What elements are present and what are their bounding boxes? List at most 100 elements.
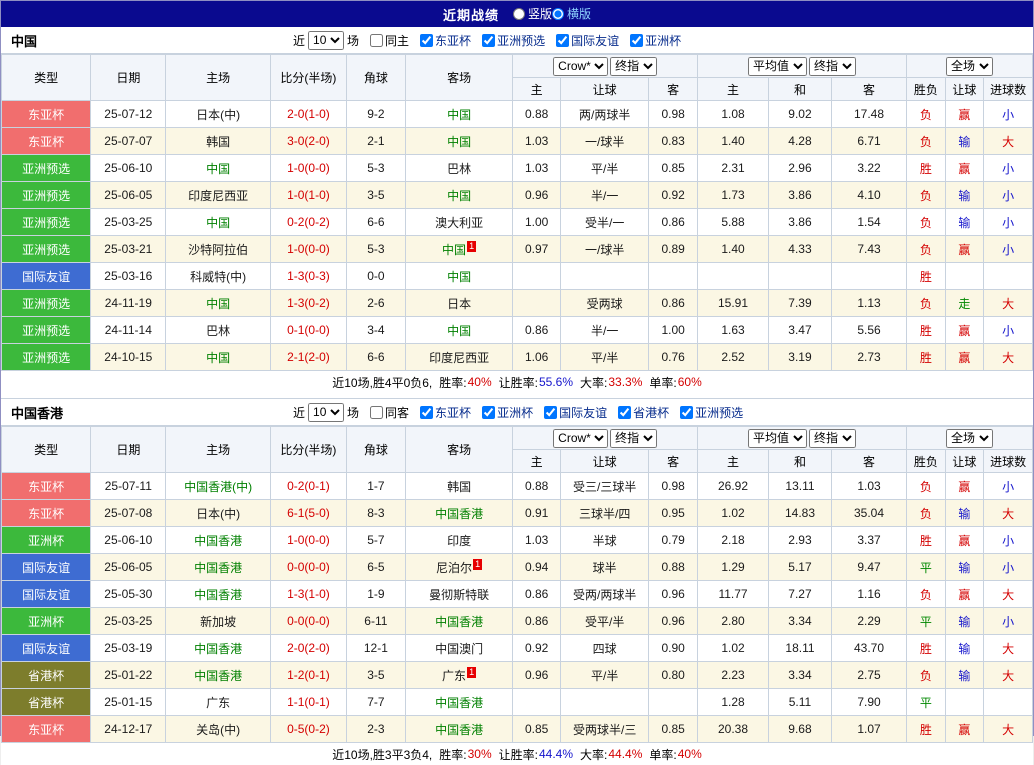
summary-stat-value-2: 33.3% — [608, 375, 643, 389]
recent-label: 近 — [293, 33, 306, 48]
header-row-groups: 类型 日期 主场 比分(半场) 角球 客场 Crow* 终指 平均值 终指 全场 — [0, 54, 1033, 101]
same-venue-option[interactable]: 同主 — [370, 32, 409, 49]
filter-checkbox[interactable] — [420, 33, 434, 47]
match-row: 国际友谊 25-06-05 中国香港 0-0(0-0) 6-5 尼泊尔 1 0.94 球半 0.8… — [0, 553, 1033, 581]
same-venue-option[interactable]: 同客 — [370, 404, 409, 421]
filter-checkbox[interactable] — [482, 405, 496, 419]
score-cell: 2-0(1-0) — [269, 100, 347, 128]
average-select[interactable]: 平均值 — [748, 56, 808, 76]
recent-count-select[interactable]: 10 — [308, 402, 345, 422]
euro-odds-cell-0: 1.40 — [697, 235, 770, 263]
match-type-cell: 亚洲杯 — [0, 607, 92, 635]
result-cell-1: 赢 — [944, 154, 985, 182]
same-venue-checkbox[interactable] — [370, 33, 384, 47]
euro-odds-cell-1: 13.11 — [768, 472, 832, 500]
filter-checkbox[interactable] — [556, 33, 570, 47]
topbar: 近期战绩 竖版 横版 — [1, 1, 1033, 27]
layout-option-horizontal[interactable]: 横版 — [552, 5, 591, 22]
result-cell-2: 小 — [983, 526, 1033, 554]
layout-option-vertical[interactable]: 竖版 — [512, 5, 552, 22]
filter-option-1[interactable]: 亚洲杯 — [482, 404, 533, 421]
asian-odds-cell-0: 0.91 — [512, 499, 562, 527]
euro-odds-cell-0: 15.91 — [697, 289, 770, 317]
asian-odds-cell-2: 0.96 — [648, 580, 699, 608]
average-time-select[interactable]: 终指 — [809, 56, 857, 76]
euro-odds-cell-2: 43.70 — [830, 634, 908, 662]
filter-option-0[interactable]: 东亚杯 — [420, 32, 471, 49]
result-cell-1: 赢 — [944, 316, 985, 344]
filter-option-2[interactable]: 国际友谊 — [556, 32, 619, 49]
sub-header-8: 进球数 — [983, 449, 1033, 473]
filter-controls: 近 10 场 同主 东亚杯 亚洲预选 国际友谊 亚洲杯 — [293, 30, 681, 50]
recent-count-select[interactable]: 10 — [308, 30, 345, 50]
filter-checkbox[interactable] — [544, 405, 558, 419]
corner-cell: 6-5 — [345, 553, 406, 581]
filter-option-3[interactable]: 亚洲杯 — [630, 32, 681, 49]
result-cell-2: 小 — [983, 208, 1033, 236]
asian-odds-cell-0: 0.92 — [512, 634, 562, 662]
scope-select[interactable]: 全场 — [946, 56, 994, 76]
euro-odds-cell-2: 7.43 — [830, 235, 908, 263]
euro-odds-cell-1: 14.83 — [768, 499, 832, 527]
score-cell: 1-3(1-0) — [269, 580, 347, 608]
match-row: 省港杯 25-01-15 广东 1-1(0-1) 7-7 中国香港 1.28 5.11 7.90… — [0, 688, 1033, 716]
result-cell-2 — [983, 262, 1033, 290]
filter-checkbox[interactable] — [482, 33, 496, 47]
result-cell-1: 输 — [944, 607, 985, 635]
same-venue-checkbox[interactable] — [370, 405, 384, 419]
asian-odds-cell-1: 三球半/四 — [560, 499, 650, 527]
home-team-cell: 中国香港 — [165, 526, 271, 554]
home-team-cell: 中国香港(中) — [165, 472, 271, 500]
euro-odds-cell-2: 4.10 — [830, 181, 908, 209]
home-team-cell: 新加坡 — [165, 607, 271, 635]
home-team-cell: 广东 — [165, 688, 271, 716]
asian-odds-cell-1: 半/一 — [560, 316, 650, 344]
filter-checkbox[interactable] — [618, 405, 632, 419]
sub-header-2: 客 — [648, 449, 699, 473]
result-cell-1: 输 — [944, 499, 985, 527]
filter-option-4[interactable]: 亚洲预选 — [680, 404, 743, 421]
summary-stat-value-3: 40% — [677, 747, 702, 761]
euro-odds-cell-2: 35.04 — [830, 499, 908, 527]
scope-select[interactable]: 全场 — [946, 428, 994, 448]
filter-option-1[interactable]: 亚洲预选 — [482, 32, 545, 49]
match-row: 东亚杯 25-07-07 韩国 3-0(2-0) 2-1 中国 1.03 一/球半 0.83 1.… — [0, 127, 1033, 155]
filter-option-2[interactable]: 国际友谊 — [544, 404, 607, 421]
result-cell-0: 负 — [906, 580, 946, 608]
summary-stat-label-0: 胜率: — [439, 375, 467, 390]
filter-option-3[interactable]: 省港杯 — [618, 404, 669, 421]
home-team-cell-name: 中国 — [206, 215, 231, 230]
away-team-cell: 尼泊尔 1 — [404, 553, 514, 581]
sub-header-0: 主 — [512, 77, 562, 101]
asian-odds-cell-2: 0.85 — [648, 154, 699, 182]
match-row: 亚洲杯 25-06-10 中国香港 1-0(0-0) 5-7 印度 1.03 半球 0.79 2.… — [0, 526, 1033, 554]
average-time-select[interactable]: 终指 — [809, 428, 857, 448]
sub-header-6: 胜负 — [906, 77, 946, 101]
result-cell-2: 小 — [983, 181, 1033, 209]
home-team-cell-name: 中国 — [206, 296, 231, 311]
bookmaker-select[interactable]: Crow* — [553, 428, 609, 448]
layout-radio[interactable] — [512, 7, 525, 20]
euro-odds-cell-2: 5.56 — [830, 316, 908, 344]
euro-odds-cell-2: 7.90 — [830, 688, 908, 716]
matches-label: 场 — [347, 405, 360, 420]
bookmaker-time-select[interactable]: 终指 — [610, 428, 658, 448]
sub-header-1: 让球 — [560, 77, 650, 101]
match-date-cell: 24-10-15 — [90, 343, 167, 371]
average-select[interactable]: 平均值 — [748, 428, 808, 448]
match-type-cell: 亚洲预选 — [0, 316, 92, 344]
euro-odds-cell-2: 2.75 — [830, 661, 908, 689]
filter-option-0[interactable]: 东亚杯 — [420, 404, 471, 421]
euro-odds-cell-1: 4.28 — [768, 127, 832, 155]
asian-odds-cell-0: 0.88 — [512, 100, 562, 128]
layout-radio[interactable] — [552, 7, 564, 20]
filter-checkbox[interactable] — [630, 33, 644, 47]
bookmaker-time-select[interactable]: 终指 — [610, 56, 658, 76]
filter-checkbox[interactable] — [680, 405, 694, 419]
result-cell-2: 大 — [983, 289, 1033, 317]
average-odds-group: 平均值 终指 — [697, 54, 908, 78]
result-cell-0: 平 — [906, 553, 946, 581]
bookmaker-select[interactable]: Crow* — [553, 56, 609, 76]
filter-checkbox[interactable] — [420, 405, 434, 419]
home-team-cell-name: 日本(中) — [196, 506, 241, 521]
